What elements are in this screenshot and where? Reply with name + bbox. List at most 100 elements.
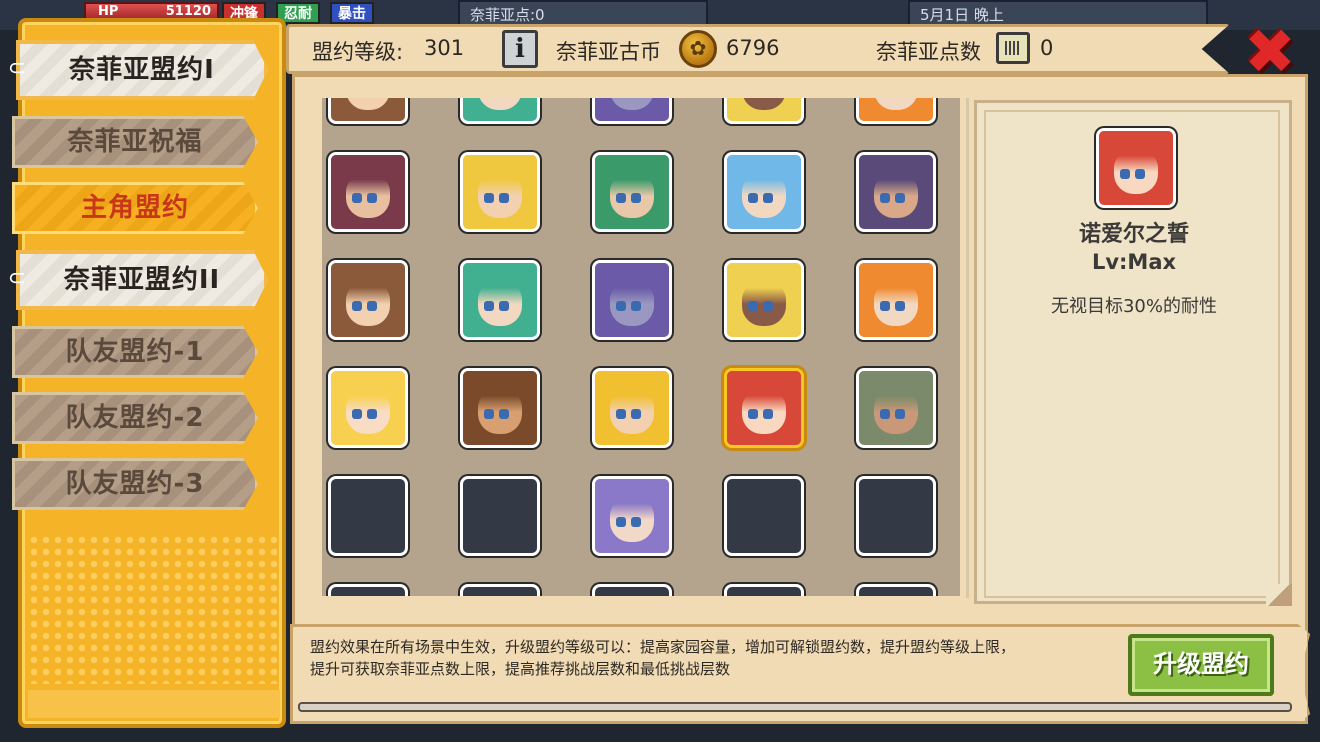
tab-nephia-pact-1-label: 奈菲亚盟约I: [69, 55, 215, 85]
tab-teammate-pact-2[interactable]: 队友盟约-2: [12, 392, 258, 444]
portrait-slot-partial[interactable]: [856, 584, 936, 596]
divider: [966, 98, 969, 598]
close-icon[interactable]: ✖: [1240, 21, 1300, 83]
scroll-track[interactable]: [298, 702, 1292, 712]
portrait-eye: [894, 409, 905, 420]
portrait-slot-partial[interactable]: [592, 98, 672, 124]
points-label: 奈菲亚点数: [876, 40, 981, 64]
portrait-hair: [859, 371, 933, 412]
portrait-face: [477, 98, 523, 110]
portrait-eye: [762, 301, 773, 312]
tab-nephia-pact-2-label: 奈菲亚盟约II: [63, 265, 221, 295]
portrait-eye: [1119, 169, 1130, 180]
portrait-hair: [463, 371, 537, 412]
pact-level-label: 盟约等级:: [312, 40, 404, 64]
binder-ring-icon: ⊂: [7, 56, 27, 81]
hud-nephia-points-text: 奈菲亚点:0: [470, 6, 545, 24]
hp-label: HP: [98, 4, 119, 19]
portrait-slot-empty[interactable]: [328, 476, 408, 556]
portrait-eye: [1134, 169, 1145, 180]
tab-hero-pact-label: 主角盟约: [80, 193, 189, 223]
portrait-eye: [498, 193, 509, 204]
portrait-slot-dwarf-king[interactable]: [856, 152, 936, 232]
points-value: 0: [1040, 36, 1054, 60]
portrait-slot-empty[interactable]: [460, 476, 540, 556]
buff-crit-label: 暴击: [338, 6, 366, 22]
portrait-eye: [483, 409, 494, 420]
portrait-eye: [630, 409, 641, 420]
binder-ring-icon: ⊂: [7, 266, 27, 291]
portrait-slot-red-hair-heroine[interactable]: [724, 368, 804, 448]
portrait-slot-partial[interactable]: [592, 584, 672, 596]
portrait-eye: [366, 409, 377, 420]
panel-pattern: [28, 534, 280, 684]
portrait-hair: [463, 263, 537, 304]
portrait-slot-partial[interactable]: [328, 98, 408, 124]
detail-portrait: [1096, 128, 1176, 208]
portrait-eye: [615, 193, 626, 204]
portrait-eye: [747, 409, 758, 420]
portrait-slot-partial[interactable]: [856, 98, 936, 124]
portrait-hair: [727, 155, 801, 196]
portrait-hair: [595, 371, 669, 412]
portrait-face: [609, 98, 655, 110]
chip-icon: [996, 32, 1030, 64]
coin-icon: ✿: [679, 30, 717, 68]
portrait-slot-purple-elf[interactable]: [592, 260, 672, 340]
portrait-slot-blue-elf[interactable]: [724, 152, 804, 232]
portrait-slot-grey-hair-man[interactable]: [856, 368, 936, 448]
portrait-hair: [463, 155, 537, 196]
portrait-eye: [615, 517, 626, 528]
coin-label: 奈菲亚古币: [556, 40, 661, 64]
tab-teammate-pact-1[interactable]: 队友盟约-1: [12, 326, 258, 378]
portrait-slot-bearded-man[interactable]: [460, 368, 540, 448]
portrait-hair: [1099, 131, 1173, 172]
portrait-slot-partial[interactable]: [724, 98, 804, 124]
portrait-slot-partial[interactable]: [724, 584, 804, 596]
portrait-slot-partial[interactable]: [460, 584, 540, 596]
tab-nephia-pact-1[interactable]: 奈菲亚盟约I: [16, 40, 268, 100]
portrait-slot-hooded-mage[interactable]: [328, 152, 408, 232]
portrait-slot-blonde-girl[interactable]: [328, 368, 408, 448]
info-icon[interactable]: i: [502, 30, 538, 68]
portrait-eye: [762, 409, 773, 420]
portrait-face: [741, 98, 787, 110]
tab-nephia-pact-2[interactable]: 奈菲亚盟约II: [16, 250, 268, 310]
portrait-slot-demon-horn-girl[interactable]: [856, 260, 936, 340]
page-corner: [1266, 584, 1292, 606]
portrait-eye: [879, 301, 890, 312]
portrait-grid[interactable]: [322, 98, 960, 596]
tab-teammate-pact-3-label: 队友盟约-3: [65, 469, 205, 499]
portrait-slot-teal-hair-girl[interactable]: [460, 260, 540, 340]
tab-teammate-pact-3[interactable]: 队友盟约-3: [12, 458, 258, 510]
portrait-hair: [859, 155, 933, 196]
portrait-eye: [615, 301, 626, 312]
pact-description-line-2: 提升可获取奈菲亚点数上限，提高推荐挑战层数和最低挑战层数: [310, 660, 731, 678]
detail-description: 无视目标30%的耐性: [1050, 296, 1217, 317]
detail-level: Lv:Max: [1091, 250, 1177, 274]
portrait-eye: [630, 193, 641, 204]
portrait-slot-lavender-elf[interactable]: [592, 476, 672, 556]
portrait-slot-partial[interactable]: [328, 584, 408, 596]
portrait-slot-empty[interactable]: [724, 476, 804, 556]
portrait-eye: [366, 193, 377, 204]
portrait-hair: [595, 479, 669, 520]
portrait-slot-dark-skin-blonde[interactable]: [724, 260, 804, 340]
tab-teammate-pact-1-label: 队友盟约-1: [65, 337, 205, 367]
upgrade-pact-button[interactable]: 升级盟约: [1128, 634, 1274, 696]
hud-nephia-points: 奈菲亚点:0: [458, 0, 708, 26]
portrait-slot-green-elf[interactable]: [592, 152, 672, 232]
portrait-slot-empty[interactable]: [856, 476, 936, 556]
portrait-slot-brown-hair-girl[interactable]: [328, 260, 408, 340]
portrait-slot-blonde-ponytail[interactable]: [592, 368, 672, 448]
portrait-eye: [498, 409, 509, 420]
portrait-eye: [879, 409, 890, 420]
portrait-eye: [747, 301, 758, 312]
portrait-hair: [859, 263, 933, 304]
portrait-slot-partial[interactable]: [460, 98, 540, 124]
portrait-slot-blonde-warrior[interactable]: [460, 152, 540, 232]
tab-nephia-blessing[interactable]: 奈菲亚祝福: [12, 116, 258, 168]
tab-hero-pact[interactable]: 主角盟约: [12, 182, 258, 234]
portrait-hair: [595, 155, 669, 196]
portrait-hair: [595, 263, 669, 304]
